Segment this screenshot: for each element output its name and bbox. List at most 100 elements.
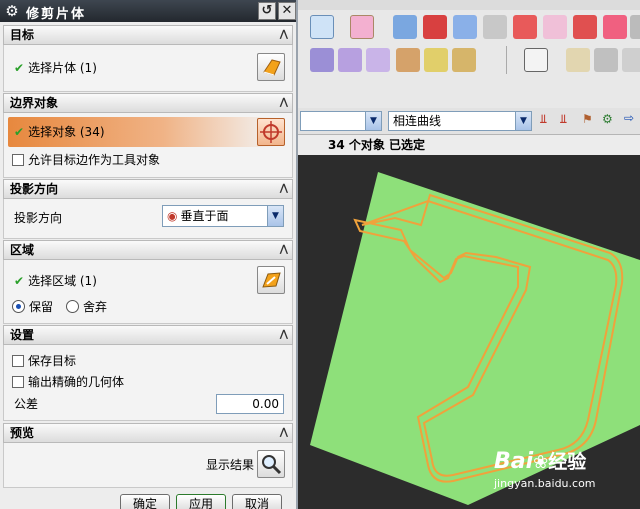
stop-at-icon[interactable]: ⫫ — [560, 112, 567, 127]
normal-to-face-icon: ◉ — [167, 209, 178, 223]
discard-label: 舍弃 — [83, 300, 108, 314]
section-region-header[interactable]: 区域 ⋀ — [3, 240, 293, 260]
radio[interactable] — [66, 300, 79, 313]
text-icon[interactable] — [566, 48, 590, 72]
layer-icon[interactable] — [543, 15, 567, 39]
section-preview-title: 预览 — [10, 426, 35, 440]
section-region-body: ✔ 选择区域 (1) 保留 舍弃 — [3, 260, 293, 324]
blend-icon[interactable] — [483, 15, 507, 39]
target-select-row[interactable]: ✔ 选择片体 (1) — [14, 60, 97, 76]
intersection-icon[interactable]: ⫫ — [540, 112, 547, 127]
region-select-row[interactable]: ✔ 选择区域 (1) — [14, 273, 97, 289]
toolbar-top-strip — [298, 0, 640, 10]
cancel-button[interactable]: 取消 — [232, 494, 282, 509]
checkbox[interactable] — [12, 355, 24, 367]
watermark-brand: Bai❀经验 — [494, 447, 586, 474]
tool-e-icon[interactable] — [424, 48, 448, 72]
trim-sheet-dialog: ⚙ 修剪片体 ↺ ✕ 目标 ⋀ ✔选择片体 (1) 边界对象 ⋀ ✔选择对象 — [0, 0, 298, 509]
collapse-icon[interactable]: ⋀ — [280, 94, 288, 112]
projection-dropdown[interactable]: ◉ 垂直于面 ▼ — [162, 205, 284, 227]
ok-button[interactable]: 确定 — [120, 494, 170, 509]
show-result-button[interactable] — [257, 450, 285, 478]
save-target-checkbox[interactable]: 保存目标 — [12, 353, 76, 369]
region-select-label: 选择区域 (1) — [28, 274, 97, 288]
more-icon-2[interactable] — [622, 48, 640, 72]
keep-radio[interactable]: 保留 — [12, 299, 53, 315]
tool-f-icon[interactable] — [452, 48, 476, 72]
select-sheet-button[interactable] — [257, 53, 285, 81]
sketch-icon[interactable] — [310, 15, 334, 39]
show-result-label: 显示结果 — [206, 458, 255, 472]
frame-icon[interactable] — [524, 48, 548, 72]
collapse-icon[interactable]: ⋀ — [280, 180, 288, 198]
arrow-right-icon[interactable]: ⇨ — [624, 111, 634, 125]
check-icon: ✔ — [14, 125, 25, 139]
more-icon[interactable] — [630, 15, 640, 39]
cross-icon[interactable] — [594, 48, 618, 72]
cube-icon[interactable] — [603, 15, 627, 39]
gift-icon[interactable] — [453, 15, 477, 39]
checkbox[interactable] — [12, 376, 24, 388]
collapse-icon[interactable]: ⋀ — [280, 26, 288, 44]
book-icon[interactable] — [393, 15, 417, 39]
chevron-down-icon[interactable]: ▼ — [515, 112, 531, 130]
region-icon — [262, 272, 281, 288]
section-target-header[interactable]: 目标 ⋀ — [3, 25, 293, 45]
precise-geometry-checkbox[interactable]: 输出精确的几何体 — [12, 374, 124, 390]
keep-label: 保留 — [29, 300, 54, 314]
discard-radio[interactable]: 舍弃 — [66, 299, 107, 315]
gear-icon[interactable]: ⚙ — [3, 2, 21, 20]
toolbar-area — [298, 0, 640, 108]
projection-label: 投影方向 — [14, 211, 63, 225]
select-region-button[interactable] — [257, 266, 285, 294]
precise-label: 输出精确的几何体 — [28, 375, 125, 389]
collapse-icon[interactable]: ⋀ — [280, 241, 288, 259]
section-projection-header[interactable]: 投影方向 ⋀ — [3, 179, 293, 199]
reset-button[interactable]: ↺ — [258, 2, 276, 20]
allow-edge-checkbox[interactable]: 允许目标边作为工具对象 — [12, 152, 160, 168]
separator — [506, 46, 507, 74]
collapse-icon[interactable]: ⋀ — [280, 424, 288, 442]
curve-rule-value: 相连曲线 — [393, 114, 442, 128]
tool-d-icon[interactable] — [396, 48, 420, 72]
section-projection-body: 投影方向 ◉ 垂直于面 ▼ — [3, 199, 293, 239]
check-icon: ✔ — [14, 61, 25, 75]
tool-b-icon[interactable] — [338, 48, 362, 72]
extrude-icon[interactable] — [350, 15, 374, 39]
projection-value: 垂直于面 — [180, 209, 229, 223]
dialog-title: 修剪片体 — [26, 7, 87, 22]
tool-a-icon[interactable] — [310, 48, 334, 72]
tool-c-icon[interactable] — [366, 48, 390, 72]
collapse-icon[interactable]: ⋀ — [280, 326, 288, 344]
radio-selected[interactable] — [12, 300, 25, 313]
tolerance-input[interactable]: 0.00 — [216, 394, 284, 414]
section-target-body: ✔ 选择片体 (1) — [3, 45, 293, 92]
puzzle-icon[interactable] — [513, 15, 537, 39]
magnifier-icon — [262, 455, 282, 475]
section-region-title: 区域 — [10, 243, 35, 257]
watermark-brand2-text: 经验 — [548, 451, 587, 473]
graphics-viewport[interactable]: Bai❀经验 jingyan.baidu.com — [298, 155, 640, 509]
tolerance-label: 公差 — [14, 397, 39, 411]
solid-icon[interactable] — [423, 15, 447, 39]
section-boundary-header[interactable]: 边界对象 ⋀ — [3, 93, 293, 113]
chevron-down-icon[interactable]: ▼ — [365, 112, 381, 130]
path-icon[interactable]: ⚙ — [602, 112, 613, 126]
crosshair-icon — [260, 121, 282, 143]
close-button[interactable]: ✕ — [278, 2, 296, 20]
trimmed-sheet-graphic — [310, 172, 640, 505]
type-filter-dropdown[interactable]: ▼ — [300, 111, 382, 131]
allow-edge-label: 允许目标边作为工具对象 — [28, 153, 161, 167]
section-settings-header[interactable]: 设置 ⋀ — [3, 325, 293, 345]
curve-rule-dropdown[interactable]: 相连曲线 ▼ — [388, 111, 532, 131]
follow-icon[interactable]: ⚑ — [582, 112, 593, 126]
paw-icon: ❀ — [533, 452, 549, 473]
chevron-down-icon[interactable]: ▼ — [267, 206, 283, 226]
select-boundary-button[interactable] — [257, 118, 285, 146]
boundary-select-text[interactable]: ✔ 选择对象 (34) — [14, 124, 105, 140]
section-preview-header[interactable]: 预览 ⋀ — [3, 423, 293, 443]
doc-icon[interactable] — [573, 15, 597, 39]
sheet-icon — [263, 59, 281, 76]
checkbox[interactable] — [12, 154, 24, 166]
apply-button[interactable]: 应用 — [176, 494, 226, 509]
